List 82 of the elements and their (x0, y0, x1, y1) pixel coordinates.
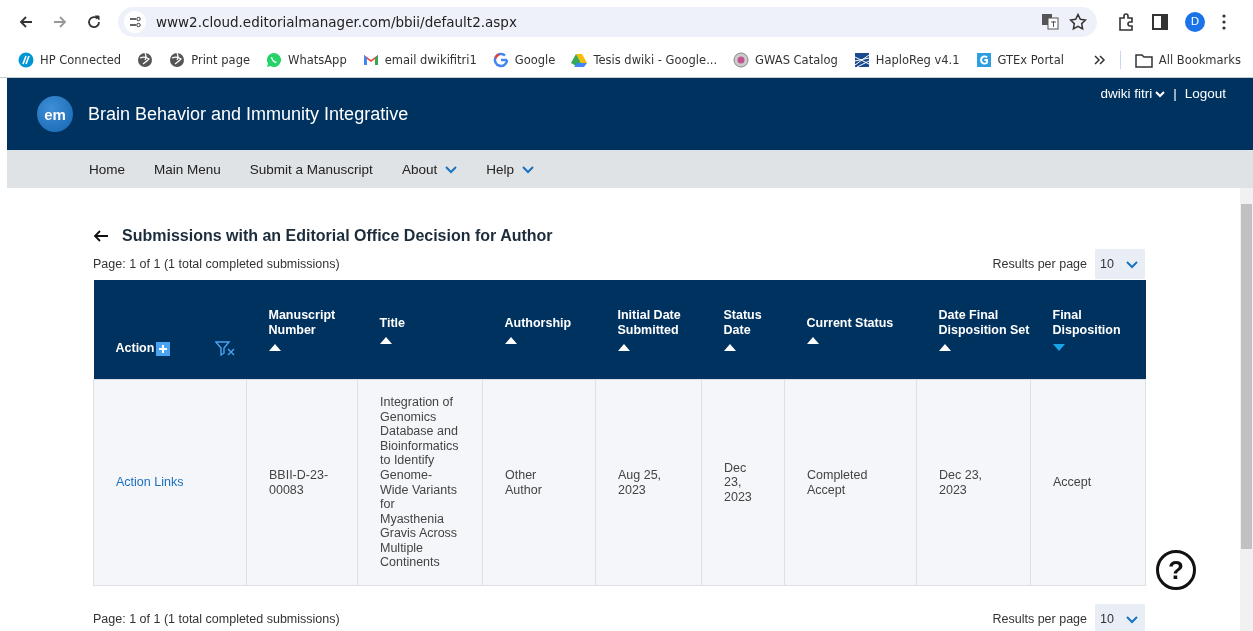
nav-item[interactable]: Home (89, 161, 125, 177)
chevron-down-icon (1155, 89, 1166, 98)
chat-bubble-icon (266, 52, 282, 68)
bookmark[interactable]: GTEx Portal (975, 52, 1064, 68)
stripes-logo-icon (853, 52, 870, 68)
puzzle-piece-icon[interactable] (1117, 12, 1135, 31)
sort-ascending-icon[interactable] (617, 344, 630, 351)
nav-item[interactable]: Main Menu (154, 161, 221, 177)
journal-logo: em (37, 96, 73, 132)
g-logo-icon (492, 52, 509, 68)
results-per-page-label: Results per page (992, 257, 1087, 271)
help-button[interactable]: ? (1156, 550, 1196, 590)
all-bookmarks-button[interactable]: All Bookmarks (1134, 52, 1241, 68)
bookmark[interactable]: WhatsApp (266, 52, 347, 68)
page-summary: Page: 1 of 1 (1 total completed submissions) (93, 257, 340, 271)
column-header[interactable]: Title (379, 315, 405, 331)
scrollbar-thumb[interactable] (1241, 204, 1252, 549)
page-summary: Page: 1 of 1 (1 total completed submissions) (93, 612, 340, 626)
bookmark[interactable]: Google (492, 52, 556, 68)
chevron-down-icon (1125, 614, 1138, 624)
globe-icon (137, 52, 154, 68)
column-header: Action (115, 341, 155, 356)
sort-ascending-icon[interactable] (723, 344, 736, 351)
url-text: www2.cloud.editorialmanager.com/bbii/default2.aspx (156, 13, 518, 30)
side-panel-icon[interactable] (1151, 12, 1169, 31)
g-square-logo-icon (975, 52, 992, 68)
sort-ascending-icon[interactable] (504, 336, 517, 344)
folder-icon (1134, 52, 1153, 68)
nav-item[interactable]: Submit a Manuscript (249, 161, 373, 177)
profile-avatar[interactable]: D (1185, 11, 1205, 32)
results-per-page-select[interactable]: 10 (1095, 249, 1145, 279)
forward-arrow-icon[interactable] (52, 13, 68, 30)
globe-icon (169, 52, 186, 68)
sort-ascending-icon[interactable] (806, 336, 819, 344)
logout-link[interactable]: Logout (1184, 86, 1226, 101)
bookmark[interactable]: Tesis dwiki - Google... (571, 52, 718, 68)
star-icon[interactable] (1069, 12, 1087, 31)
table-cell: Aug 25, 2023 (595, 379, 702, 586)
address-bar[interactable]: www2.cloud.editorialmanager.com/bbii/default2.aspx (118, 6, 1097, 37)
separator-text: | (1173, 86, 1177, 101)
table-cell: Integration of Genomics Database and Bioinformatics to Identify Genome-Wide Variants for Myasthenia Gravis Across Multiple Continents (357, 379, 483, 586)
table-cell: Dec 23, 2023 (916, 379, 1031, 586)
translate-icon[interactable] (1041, 12, 1059, 31)
table-cell: Dec 23, 2023 (701, 379, 785, 586)
bookmark[interactable]: HaploReg v4.1 (853, 52, 960, 68)
user-menu[interactable]: dwiki fitri (1100, 86, 1166, 101)
site-settings-icon[interactable] (124, 10, 146, 33)
column-header[interactable]: Current Status (806, 315, 894, 331)
journal-title: Brain Behavior and Immunity Integrative (88, 103, 409, 125)
drive-icon (571, 52, 588, 68)
sort-ascending-icon[interactable] (268, 344, 281, 351)
results-per-page-select[interactable]: 10 (1095, 604, 1145, 631)
double-chevron-icon[interactable] (1092, 53, 1106, 67)
back-arrow-icon[interactable] (93, 229, 109, 243)
hp-logo-icon (18, 52, 34, 68)
mail-icon (362, 52, 379, 68)
sort-descending-icon[interactable] (1052, 344, 1065, 351)
nav-item[interactable]: Help (486, 161, 534, 177)
more-options-icon[interactable] (1221, 12, 1227, 31)
round-logo-icon (733, 52, 750, 68)
table-cell: Completed Accept (784, 379, 917, 586)
table-cell: Accept (1030, 379, 1146, 586)
clear-filter-icon[interactable] (215, 340, 236, 357)
column-header[interactable]: Authorship (504, 315, 572, 331)
bookmark-icon-button[interactable] (137, 52, 154, 68)
action-link[interactable]: Action Links (93, 379, 247, 586)
results-per-page-label: Results per page (992, 612, 1087, 626)
reload-icon[interactable] (86, 13, 102, 30)
sort-ascending-icon[interactable] (379, 336, 392, 344)
page-title: Submissions with an Editorial Office Decision for Author (122, 227, 553, 245)
bookmark[interactable]: Print page (169, 52, 250, 68)
bookmark[interactable]: GWAS Catalog (733, 52, 838, 68)
back-arrow-icon[interactable] (18, 13, 34, 30)
sort-ascending-icon[interactable] (938, 344, 951, 351)
scrollbar[interactable] (1240, 188, 1253, 631)
add-icon[interactable] (156, 341, 171, 356)
chevron-down-icon (1125, 259, 1138, 269)
bookmark[interactable]: HP Connected (18, 52, 122, 68)
nav-item[interactable]: About (401, 161, 458, 177)
table-cell: BBII-D-23-00083 (246, 379, 358, 586)
bookmark[interactable]: email dwikifitri1 (362, 52, 477, 68)
table-cell: Other Author (482, 379, 596, 586)
